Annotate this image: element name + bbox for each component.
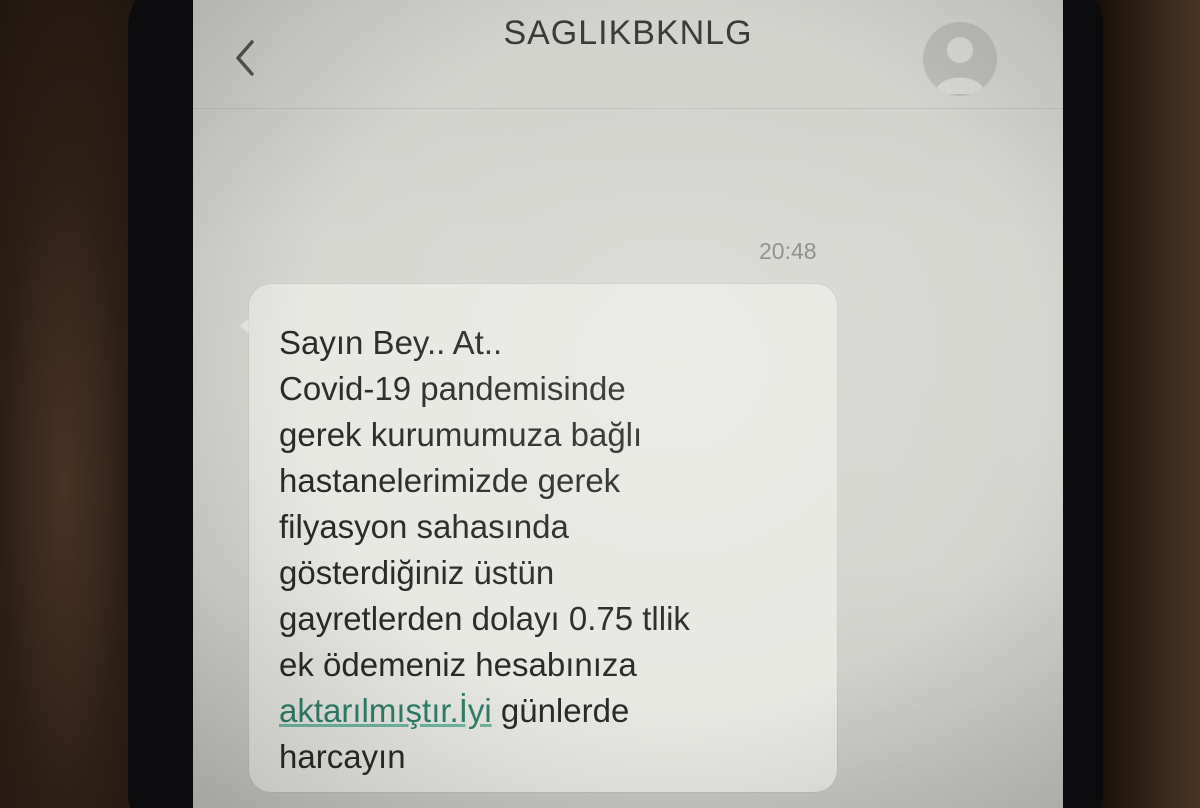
message-line: gayretlerden dolayı 0.75 tllik: [279, 600, 690, 637]
contact-avatar[interactable]: [923, 22, 997, 96]
message-line: ek ödemeniz hesabınıza: [279, 646, 637, 683]
message-line: hastanelerimizde gerek: [279, 462, 621, 499]
person-icon: [935, 37, 985, 94]
message-line: gösterdiğiniz üstün: [279, 554, 555, 591]
message-link[interactable]: aktarılmıştır.İyi: [279, 692, 492, 729]
photo-scene: SAGLIKBKNLG 20:48 Sayın Bey.. At.. Covid…: [0, 0, 1200, 808]
message-line: filyasyon sahasında: [279, 508, 569, 545]
phone-screen: SAGLIKBKNLG 20:48 Sayın Bey.. At.. Covid…: [193, 0, 1063, 808]
message-text: Sayın Bey.. At.. Covid-19 pandemisinde g…: [279, 320, 829, 780]
message-timestamp: 20:48: [759, 238, 817, 264]
conversation-header: SAGLIKBKNLG: [193, 0, 1063, 109]
message-line-rest: günlerde: [491, 692, 630, 729]
message-line: harcayın: [279, 738, 406, 775]
message-bubble[interactable]: Sayın Bey.. At.. Covid-19 pandemisinde g…: [249, 284, 837, 792]
message-line: Sayın Bey.. At..: [279, 324, 503, 361]
message-line: Covid-19 pandemisinde: [279, 370, 626, 407]
message-line: gerek kurumumuza bağlı: [279, 416, 643, 453]
message-line-with-link: aktarılmıştır.İyi günlerde: [279, 688, 829, 734]
